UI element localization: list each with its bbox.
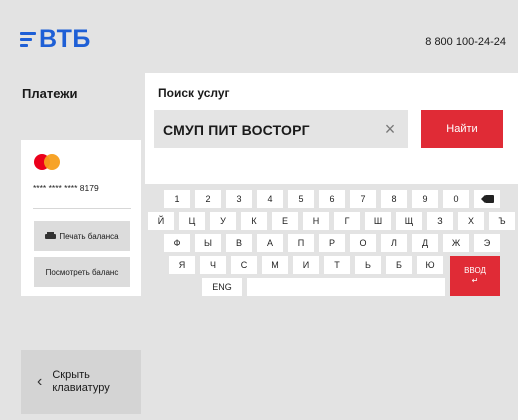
print-balance-button[interactable]: Печать баланса xyxy=(34,221,130,251)
key-letter[interactable]: Р xyxy=(319,234,345,252)
enter-label: ВВОД xyxy=(464,266,486,275)
key-letter[interactable]: Н xyxy=(303,212,329,230)
key-1[interactable]: 1 xyxy=(164,190,190,208)
key-8[interactable]: 8 xyxy=(381,190,407,208)
key-letter[interactable]: Б xyxy=(386,256,412,274)
key-9[interactable]: 9 xyxy=(412,190,438,208)
enter-arrow-icon: ↵ xyxy=(471,276,479,285)
card-panel: **** **** **** 8179 Печать баланса Посмо… xyxy=(21,140,141,296)
key-7[interactable]: 7 xyxy=(350,190,376,208)
key-letter[interactable]: А xyxy=(257,234,283,252)
hide-keyboard-label: Скрыть клавиатуру xyxy=(52,369,110,394)
key-letter[interactable]: М xyxy=(262,256,288,274)
key-letter[interactable]: Ф xyxy=(164,234,190,252)
key-6[interactable]: 6 xyxy=(319,190,345,208)
search-title: Поиск услуг xyxy=(158,86,230,100)
key-letter[interactable]: Е xyxy=(272,212,298,230)
key-letter[interactable]: Ъ xyxy=(489,212,515,230)
key-5[interactable]: 5 xyxy=(288,190,314,208)
enter-key[interactable]: ВВОД ↵ xyxy=(450,256,500,296)
key-3[interactable]: 3 xyxy=(226,190,252,208)
key-letter[interactable]: В xyxy=(226,234,252,252)
key-letter[interactable]: П xyxy=(288,234,314,252)
search-panel: Поиск услуг СМУП ПИТ ВОСТОРГ × Найти xyxy=(145,73,518,184)
key-letter[interactable]: Ж xyxy=(443,234,469,252)
key-letter[interactable]: Д xyxy=(412,234,438,252)
key-letter[interactable]: У xyxy=(210,212,236,230)
onscreen-keyboard: 1 2 3 4 5 6 7 8 9 0 Й Ц У К Е Н Г Ш Щ З … xyxy=(145,184,518,304)
page-title: Платежи xyxy=(22,86,78,101)
language-switch-key[interactable]: ENG xyxy=(202,278,242,296)
card-number: **** **** **** 8179 xyxy=(33,183,99,193)
space-key[interactable] xyxy=(247,278,445,296)
hotline-phone: 8 800 100-24-24 xyxy=(425,36,506,48)
key-letter[interactable]: Ч xyxy=(200,256,226,274)
key-letter[interactable]: Ь xyxy=(355,256,381,274)
key-letter[interactable]: С xyxy=(231,256,257,274)
key-letter[interactable]: Г xyxy=(334,212,360,230)
key-letter[interactable]: Ю xyxy=(417,256,443,274)
backspace-icon xyxy=(480,195,494,203)
hide-keyboard-button[interactable]: ‹ Скрыть клавиатуру xyxy=(21,350,141,414)
search-input[interactable]: СМУП ПИТ ВОСТОРГ × xyxy=(154,110,408,148)
key-0[interactable]: 0 xyxy=(443,190,469,208)
key-letter[interactable]: И xyxy=(293,256,319,274)
card-divider xyxy=(33,208,131,209)
clear-icon[interactable]: × xyxy=(378,117,402,141)
vtb-logo: ВТБ xyxy=(20,24,91,54)
key-letter[interactable]: Э xyxy=(474,234,500,252)
key-letter[interactable]: Я xyxy=(169,256,195,274)
logo-stripes-icon xyxy=(20,31,36,47)
search-input-value: СМУП ПИТ ВОСТОРГ xyxy=(163,122,310,138)
brand-name: ВТБ xyxy=(39,24,91,53)
chevron-left-icon: ‹ xyxy=(37,373,43,390)
print-balance-label: Печать баланса xyxy=(59,231,119,241)
key-letter[interactable]: Ц xyxy=(179,212,205,230)
key-4[interactable]: 4 xyxy=(257,190,283,208)
view-balance-button[interactable]: Посмотреть баланс xyxy=(34,257,130,287)
key-letter[interactable]: К xyxy=(241,212,267,230)
key-2[interactable]: 2 xyxy=(195,190,221,208)
key-letter[interactable]: Т xyxy=(324,256,350,274)
key-letter[interactable]: Й xyxy=(148,212,174,230)
key-letter[interactable]: Щ xyxy=(396,212,422,230)
view-balance-label: Посмотреть баланс xyxy=(45,267,119,277)
key-letter[interactable]: Ш xyxy=(365,212,391,230)
mastercard-icon xyxy=(34,154,60,170)
key-letter[interactable]: Л xyxy=(381,234,407,252)
find-button[interactable]: Найти xyxy=(421,110,503,148)
key-letter[interactable]: Х xyxy=(458,212,484,230)
key-letter[interactable]: З xyxy=(427,212,453,230)
key-letter[interactable]: Ы xyxy=(195,234,221,252)
key-backspace[interactable] xyxy=(474,190,500,208)
printer-icon xyxy=(45,232,57,240)
key-letter[interactable]: О xyxy=(350,234,376,252)
